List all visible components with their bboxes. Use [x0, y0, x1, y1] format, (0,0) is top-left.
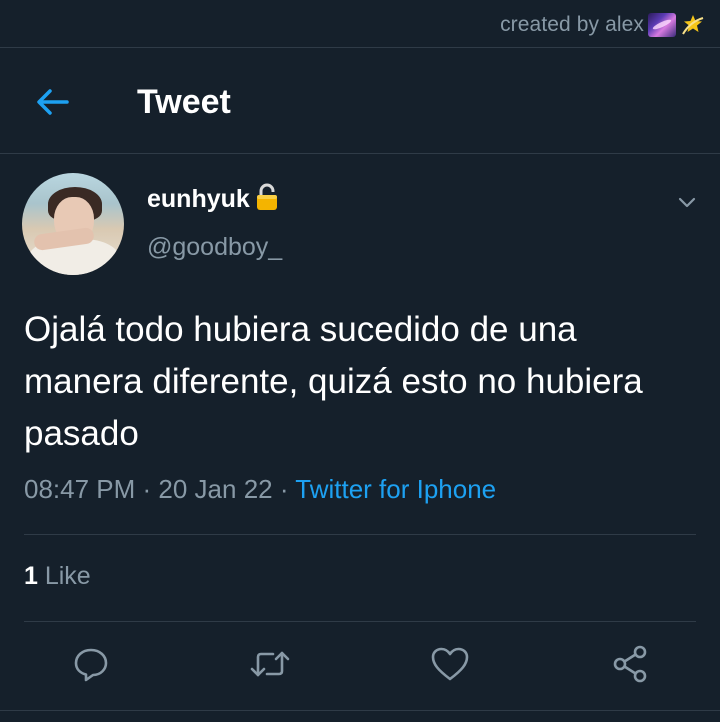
top-strip: created by alex	[0, 0, 720, 48]
likes-label: Like	[37, 562, 91, 590]
credit: created by alex	[500, 12, 706, 38]
back-arrow-icon	[37, 89, 69, 115]
chevron-down-icon	[678, 197, 696, 208]
divider	[24, 534, 696, 535]
dizzy-emoji-icon	[680, 12, 706, 38]
galaxy-emoji-icon	[648, 13, 676, 37]
credit-text: created by alex	[500, 13, 644, 36]
author-name[interactable]: eunhyuk	[147, 185, 250, 214]
page-title: Tweet	[137, 83, 231, 121]
likes-link[interactable]: 1 Like	[24, 562, 91, 591]
back-button[interactable]	[28, 82, 76, 122]
tweet-source-link[interactable]: Twitter for Iphone	[295, 474, 496, 504]
like-icon	[431, 647, 469, 681]
author-handle[interactable]: @goodboy_	[147, 233, 282, 262]
avatar[interactable]	[22, 173, 124, 275]
likes-count: 1	[24, 562, 38, 590]
like-button[interactable]	[428, 642, 472, 686]
more-options-button[interactable]	[672, 188, 702, 218]
meta-separator: ·	[272, 474, 296, 504]
header: Tweet	[0, 48, 720, 154]
tweet-date: 20 Jan 22	[158, 474, 273, 504]
tweet-text: Ojalá todo hubiera sucedido de una maner…	[24, 310, 643, 453]
share-button[interactable]	[608, 642, 652, 686]
bottom-divider	[0, 710, 720, 711]
retweet-button[interactable]	[248, 642, 292, 686]
meta-separator: ·	[135, 474, 159, 504]
lock-icon	[254, 182, 280, 212]
tweet-time: 08:47 PM	[24, 474, 136, 504]
tweet-meta: 08:47 PM · 20 Jan 22 · Twitter for Iphon…	[24, 474, 496, 505]
share-icon	[613, 645, 647, 683]
action-bar	[0, 622, 720, 710]
retweet-icon	[250, 651, 290, 677]
reply-button[interactable]	[69, 642, 113, 686]
tweet-detail-screen: created by alex Tweet eunhyuk @goodboy_ …	[0, 0, 720, 722]
reply-icon	[74, 648, 108, 682]
author-name-row[interactable]: eunhyuk	[147, 182, 280, 214]
